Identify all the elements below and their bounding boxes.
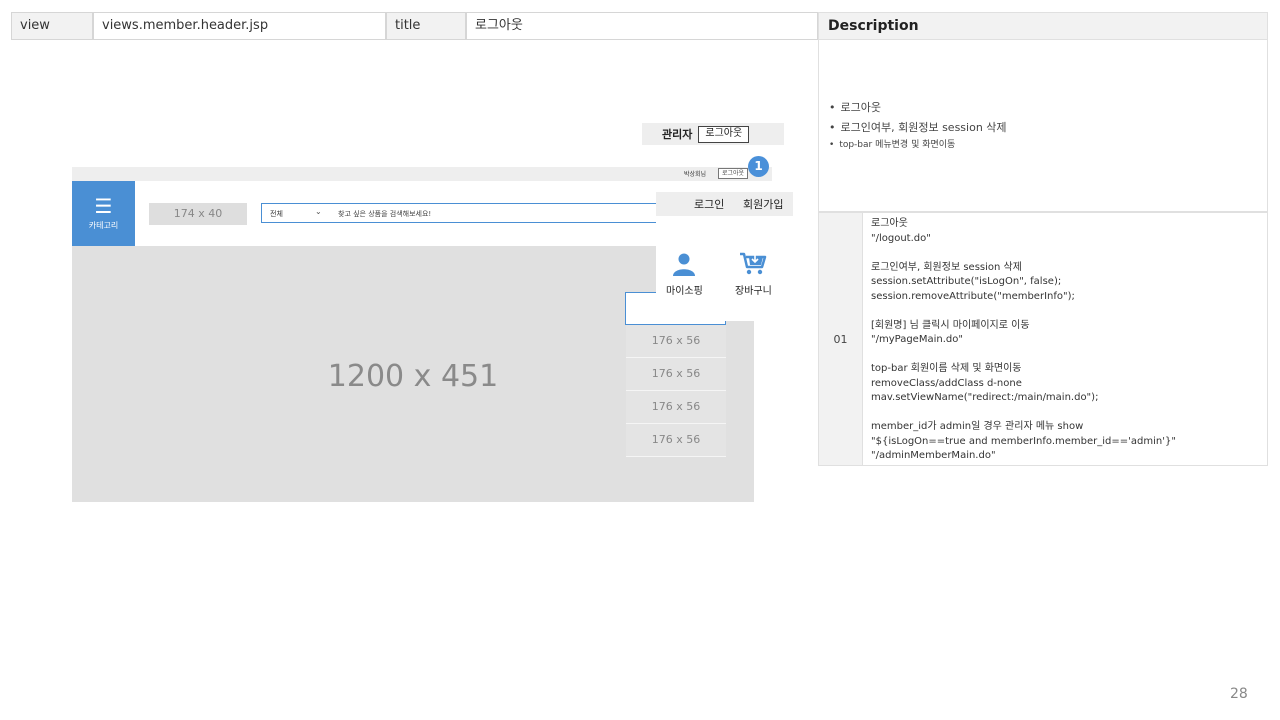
my-shopping-label: 마이소핑 [666, 286, 703, 297]
detail-line: [회원명] 님 클릭시 마이페이지로 이동 [871, 319, 1030, 331]
row-number: 01 [819, 213, 863, 465]
detail-line: "${isLogOn==true and memberInfo.member_i… [871, 435, 1176, 447]
detail-line: 로그아웃 [871, 218, 908, 229]
detail-line: "/myPageMain.do" [871, 334, 963, 345]
admin-menu-link[interactable]: 관리자 [662, 126, 692, 142]
user-icon [673, 253, 696, 276]
description-bullet: 로그아웃 [829, 98, 1007, 118]
description-bullet: top-bar 메뉴변경 및 화면이동 [829, 138, 1007, 152]
side-rail-item[interactable]: 176 x 56 [626, 391, 726, 424]
view-value: views.member.header.jsp [93, 12, 386, 40]
view-label: view [11, 12, 93, 40]
detail-line: "/adminMemberMain.do" [871, 450, 996, 461]
title-value: 로그아웃 [466, 12, 818, 40]
detail-line: session.setAttribute("isLogOn", false); [871, 276, 1062, 287]
detail-line: removeClass/addClass d-none [871, 377, 1022, 389]
detail-line: session.removeAttribute("memberInfo"); [871, 290, 1075, 302]
description-row: 01 로그아웃 "/logout.do" 로그인여부, 회원정보 session… [818, 212, 1268, 466]
cart-button[interactable]: 장바구니 [735, 252, 772, 297]
search-category-select[interactable]: 전체 [270, 209, 283, 219]
search-input[interactable]: 찾고 싶은 상품을 검색해보세요! [338, 209, 431, 219]
detail-line: mav.setViewName("redirect:/main/main.do"… [871, 392, 1099, 403]
side-rail-item[interactable]: 176 x 56 [626, 358, 726, 391]
description-summary: 로그아웃 로그인여부, 회원정보 session 삭제 top-bar 메뉴변경… [818, 40, 1268, 212]
side-rail-item[interactable]: 176 x 56 [626, 424, 726, 457]
join-link[interactable]: 회원가입 [743, 196, 783, 212]
member-name-link[interactable]: 박상회님 [684, 169, 706, 178]
header-icon-panel: 마이소핑 장바구니 [656, 216, 783, 321]
annotation-badge: 1 [748, 156, 769, 177]
description-header: Description [818, 12, 1268, 40]
detail-line: 로그인여부, 회원정보 session 삭제 [871, 261, 1022, 273]
detail-line: top-bar 회원이름 삭제 및 화면이동 [871, 363, 1022, 374]
page-number: 28 [1230, 686, 1248, 702]
title-label: title [386, 12, 466, 40]
logout-button[interactable]: 로그아웃 [698, 125, 750, 143]
side-rail-item[interactable]: 176 x 56 [626, 325, 726, 358]
top-bar-logout-button[interactable]: 로그아웃 [718, 168, 749, 179]
top-bar: 박상회님 로그아웃 [72, 167, 772, 181]
category-button[interactable]: ☰ 카테고리 [72, 181, 135, 246]
admin-bar: 관리자 로그아웃 [642, 123, 784, 145]
description-bullet: 로그인여부, 회원정보 session 삭제 [829, 118, 1007, 138]
logged-out-menu: 로그인 회원가입 [656, 192, 793, 216]
logo-placeholder[interactable]: 174 x 40 [149, 203, 247, 225]
search-bar[interactable]: 전체 ⌄ 찾고 싶은 상품을 검색해보세요! [261, 203, 661, 223]
detail-line: member_id가 admin일 경우 관리자 메뉴 show [871, 421, 1084, 432]
description-detail: 로그아웃 "/logout.do" 로그인여부, 회원정보 session 삭제… [871, 217, 1261, 464]
login-link[interactable]: 로그인 [694, 196, 724, 212]
cart-icon [740, 252, 767, 275]
detail-line: "/logout.do" [871, 232, 931, 244]
category-label: 카테고리 [88, 221, 119, 230]
chevron-down-icon: ⌄ [315, 207, 322, 216]
my-shopping-button[interactable]: 마이소핑 [666, 252, 703, 297]
cart-label: 장바구니 [735, 286, 772, 297]
hamburger-icon: ☰ [94, 194, 113, 218]
